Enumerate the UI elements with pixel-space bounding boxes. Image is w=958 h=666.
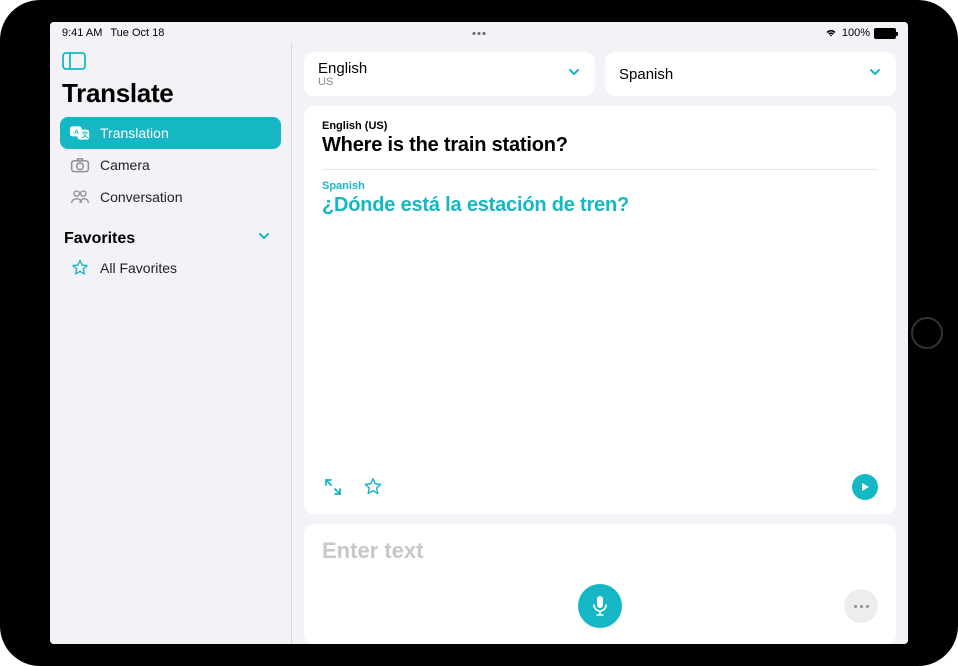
target-language-selector[interactable]: Spanish (605, 52, 896, 96)
translation-card: English (US) Where is the train station?… (304, 106, 896, 514)
target-text[interactable]: ¿Dónde está la estación de tren? (322, 194, 878, 217)
status-right: 100% (824, 27, 896, 40)
camera-icon (70, 156, 90, 174)
favorites-section-header[interactable]: Favorites (60, 213, 281, 252)
chevron-down-icon (868, 65, 882, 84)
sidebar-item-label: Conversation (100, 189, 183, 205)
sidebar-item-camera[interactable]: Camera (60, 149, 281, 181)
svg-text:文: 文 (82, 130, 89, 139)
chevron-down-icon (257, 229, 271, 248)
app-body: Translate A文 Translation Camera (50, 44, 908, 644)
source-language-region: US (318, 76, 367, 88)
status-date: Tue Oct 18 (110, 27, 164, 39)
sidebar: Translate A文 Translation Camera (50, 44, 292, 644)
sidebar-item-translation[interactable]: A文 Translation (60, 117, 281, 149)
expand-button[interactable] (322, 476, 344, 498)
star-icon (70, 259, 90, 277)
divider (322, 169, 878, 170)
sidebar-item-all-favorites[interactable]: All Favorites (60, 252, 281, 284)
battery-icon (874, 28, 896, 39)
text-input-card[interactable]: Enter text (304, 524, 896, 644)
translation-actions (322, 474, 878, 500)
more-options-button[interactable] (844, 589, 878, 623)
conversation-icon (70, 188, 90, 206)
home-button[interactable] (911, 317, 943, 349)
input-placeholder: Enter text (322, 538, 878, 564)
sidebar-item-label: Translation (100, 125, 169, 141)
status-bar: 9:41 AM Tue Oct 18 100% (50, 22, 908, 44)
screen: 9:41 AM Tue Oct 18 100% Translate (50, 22, 908, 644)
ellipsis-icon (854, 605, 869, 608)
target-language-name: Spanish (619, 66, 673, 83)
sidebar-item-label: All Favorites (100, 260, 177, 276)
nav-list: A文 Translation Camera Con (60, 117, 281, 213)
play-audio-button[interactable] (852, 474, 878, 500)
status-left: 9:41 AM Tue Oct 18 (62, 27, 164, 39)
battery-percent: 100% (842, 27, 870, 39)
favorites-list: All Favorites (60, 252, 281, 284)
source-language-selector[interactable]: English US (304, 52, 595, 96)
ipad-device-frame: 9:41 AM Tue Oct 18 100% Translate (0, 0, 958, 666)
language-row: English US Spanish (304, 52, 896, 96)
sidebar-item-conversation[interactable]: Conversation (60, 181, 281, 213)
svg-text:A: A (74, 129, 79, 136)
favorite-button[interactable] (362, 476, 384, 498)
chevron-down-icon (567, 65, 581, 84)
status-time: 9:41 AM (62, 27, 102, 39)
source-text[interactable]: Where is the train station? (322, 134, 878, 157)
app-title: Translate (62, 78, 279, 109)
multitasking-dots-icon[interactable] (473, 32, 486, 35)
source-language-name: English (318, 60, 367, 77)
wifi-icon (824, 27, 838, 40)
sidebar-toggle-icon[interactable] (62, 52, 86, 70)
input-actions (322, 584, 878, 628)
main-content: English US Spanish (292, 44, 908, 644)
favorites-header-label: Favorites (64, 230, 135, 248)
translate-icon: A文 (70, 124, 90, 142)
microphone-button[interactable] (578, 584, 622, 628)
target-language-label: Spanish (322, 180, 878, 192)
source-language-label: English (US) (322, 120, 878, 132)
sidebar-item-label: Camera (100, 157, 150, 173)
